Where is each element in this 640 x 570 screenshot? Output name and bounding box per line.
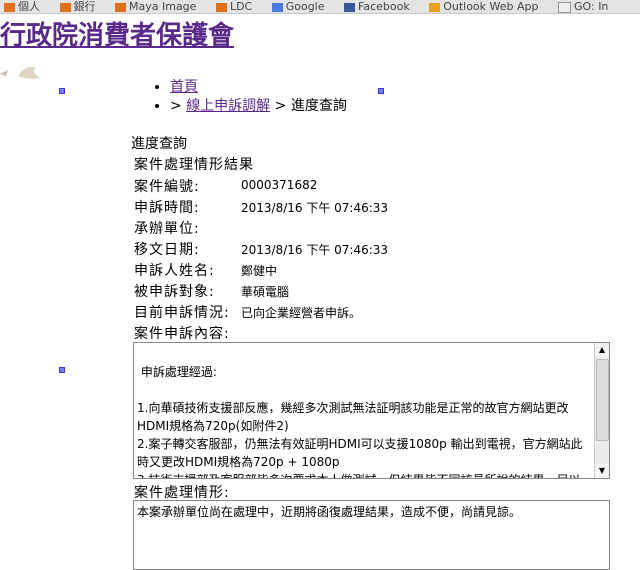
folder-icon — [115, 2, 126, 12]
bookmark[interactable]: Facebook — [344, 0, 410, 14]
bookmark[interactable]: GO: In — [558, 0, 608, 14]
page-icon — [558, 1, 571, 13]
complaint-content-textarea[interactable]: 申訴處理經過: 1.向華碩技術支援部反應，幾經多次測試無法証明該功能是正常的故官… — [133, 342, 610, 479]
bookmark[interactable]: 銀行 — [59, 0, 96, 14]
placeholder-marker — [59, 367, 65, 373]
folder-icon — [215, 2, 227, 12]
field-label: 被申訴對象: — [134, 284, 215, 300]
field-label: 案件編號: — [134, 179, 200, 195]
scrollbar[interactable]: ▲ ▼ — [594, 343, 609, 478]
field-label: 移文日期: — [134, 242, 200, 258]
section-heading: 案件處理情形結果 — [134, 157, 254, 173]
folder-icon — [4, 2, 15, 12]
field-label: 目前申訴情況: — [134, 305, 230, 321]
online-complaint-link[interactable]: 線上申訴調解 — [186, 98, 270, 114]
page-heading: 進度查詢 — [131, 136, 187, 152]
field-label: 承辦單位: — [134, 221, 200, 237]
home-link[interactable]: 首頁 — [170, 79, 198, 95]
scroll-thumb[interactable] — [596, 359, 609, 441]
field-label: 申訴時間: — [134, 200, 200, 216]
folder-icon — [59, 2, 71, 12]
bookmark[interactable]: Outlook Web App — [429, 0, 539, 14]
bookmark[interactable]: LDC — [215, 0, 252, 14]
facebook-icon — [344, 2, 356, 12]
bookmarks-bar: 個人 銀行 Maya Image LDC Google Facebook Out… — [0, 0, 640, 14]
site-title-link[interactable]: 行政院消費者保護會 — [0, 15, 234, 52]
bookmark[interactable]: 個人 — [4, 0, 40, 14]
current-status: 已向企業經營者申訴。 — [241, 306, 362, 320]
placeholder-marker — [59, 88, 65, 94]
bird-logo-image — [0, 67, 40, 79]
case-number: 0000371682 — [241, 178, 318, 192]
placeholder-marker — [378, 88, 384, 94]
field-label: 申訴人姓名: — [134, 263, 215, 279]
respondent: 華碩電腦 — [241, 285, 290, 299]
breadcrumb: 首頁 > 線上申訴調解 > 進度查詢 — [150, 78, 347, 116]
google-icon — [271, 2, 283, 12]
complaint-content-label: 案件申訴內容: — [134, 326, 230, 342]
scroll-up-icon[interactable]: ▲ — [595, 343, 609, 357]
scroll-down-icon[interactable]: ▼ — [595, 464, 609, 478]
handling-status-label: 案件處理情形: — [134, 485, 230, 501]
transfer-date: 2013/8/16 下午 07:46:33 — [241, 243, 389, 257]
outlook-icon — [429, 2, 441, 12]
complaint-time: 2013/8/16 下午 07:46:33 — [241, 201, 389, 215]
breadcrumb-item: 首頁 — [170, 78, 347, 97]
complainant-name: 鄭健中 — [241, 264, 278, 278]
breadcrumb-item: > 線上申訴調解 > 進度查詢 — [170, 97, 347, 116]
current-page: 進度查詢 — [290, 98, 347, 114]
bookmark[interactable]: Maya Image — [115, 0, 196, 14]
bookmark[interactable]: Google — [271, 0, 325, 14]
